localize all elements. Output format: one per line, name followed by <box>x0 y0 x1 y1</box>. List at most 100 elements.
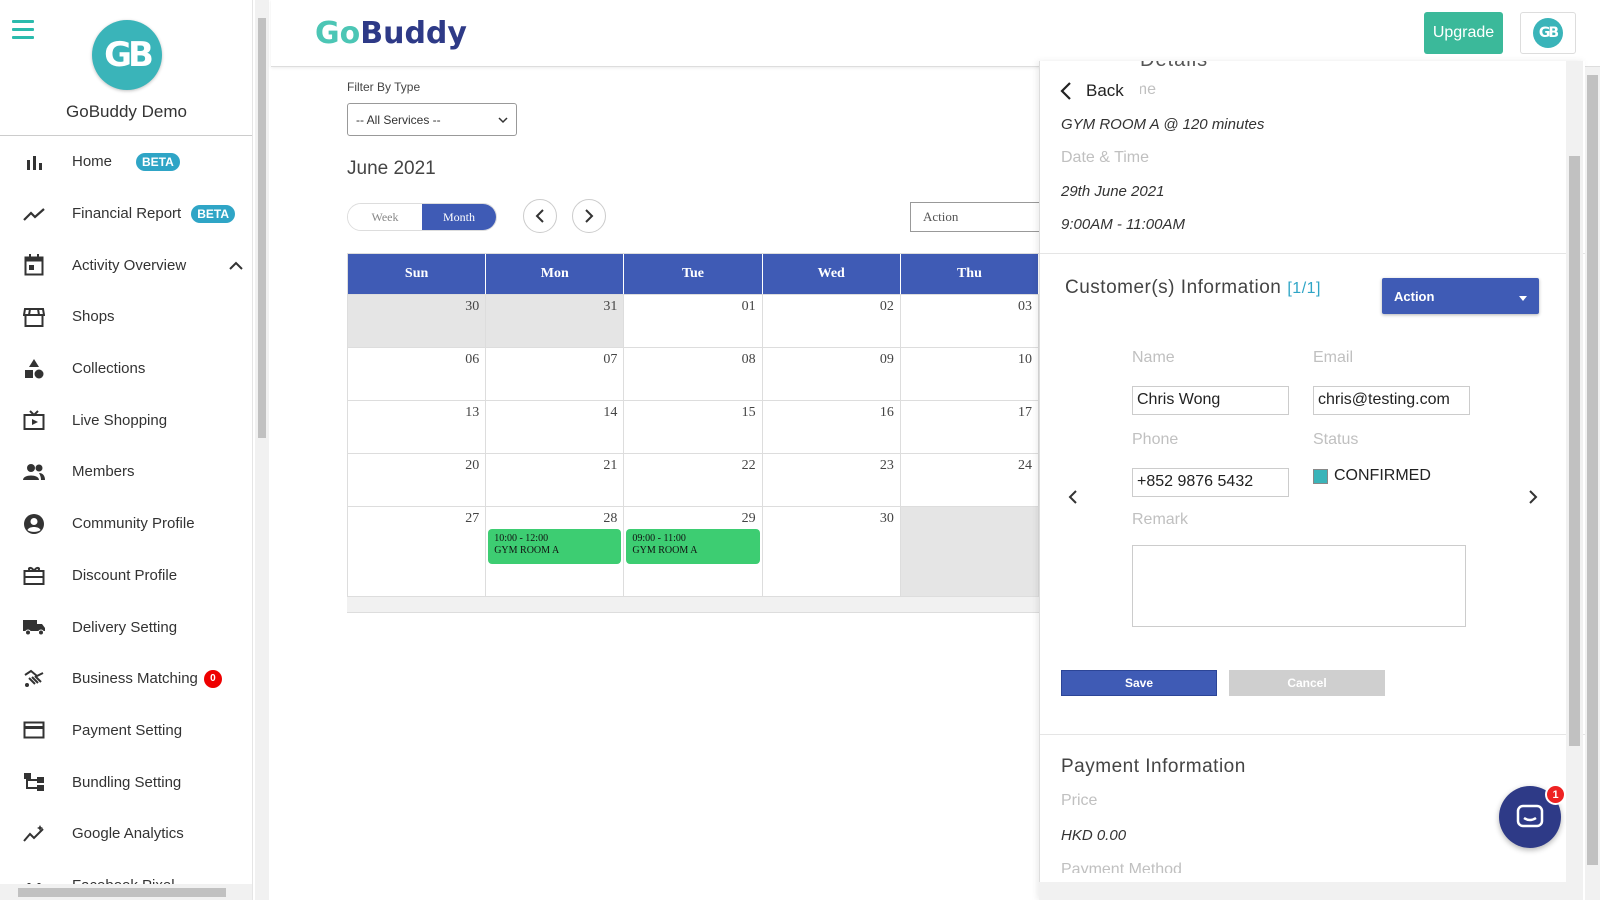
remark-textarea[interactable] <box>1132 545 1466 627</box>
chevron-left-icon <box>535 209 544 223</box>
save-button[interactable]: Save <box>1061 670 1217 696</box>
weekday-header: Thu <box>900 254 1039 294</box>
calendar-day-cell[interactable]: 02 <box>763 295 901 347</box>
notification-count-badge: 0 <box>203 669 222 688</box>
sidebar-item-live-shopping[interactable]: Live Shopping <box>0 394 252 446</box>
sidebar-item-members[interactable]: Members <box>0 446 252 498</box>
prev-customer-button[interactable] <box>1068 489 1078 510</box>
service-label: Service Name <box>1140 81 1156 98</box>
month-view-button[interactable]: Month <box>422 204 496 230</box>
sidebar-item-label: Collections <box>72 360 146 378</box>
customer-action-dropdown[interactable]: Action <box>1382 278 1539 314</box>
panel-vertical-scrollbar[interactable] <box>1566 61 1583 900</box>
sidebar-item-community-profile[interactable]: Community Profile <box>0 498 252 550</box>
price-value: HKD 0.00 <box>1061 827 1127 844</box>
calendar-day-cell[interactable] <box>900 507 1039 596</box>
day-number: 03 <box>1018 299 1033 314</box>
status-indicator[interactable]: CONFIRMED <box>1313 467 1431 485</box>
month-calendar: Sun Mon Tue Wed Thu 30 31 01 02 03 06 07… <box>347 253 1040 613</box>
sidebar-item-business-matching[interactable]: Business Matching 0 <box>0 653 252 705</box>
panel-horizontal-scrollbar[interactable] <box>1039 882 1566 900</box>
brand-buddy: Buddy <box>360 16 467 51</box>
calendar-day-cell[interactable]: 13 <box>348 401 487 453</box>
hamburger-menu-icon[interactable] <box>12 20 34 39</box>
top-header: GoBuddy Upgrade GB <box>271 0 1600 67</box>
calendar-event[interactable]: 10:00 - 12:00 GYM ROOM A <box>488 529 622 564</box>
page-vertical-scrollbar[interactable] <box>1585 67 1600 900</box>
calendar-day-cell[interactable]: 30 <box>348 295 487 347</box>
sidebar-item-home[interactable]: Home BETA <box>0 136 252 188</box>
calendar-icon <box>22 253 46 277</box>
account-menu-button[interactable]: GB <box>1520 12 1576 54</box>
live-tv-icon <box>22 408 46 432</box>
name-field[interactable]: Chris Wong <box>1132 386 1289 415</box>
back-button[interactable]: Back <box>1060 81 1124 101</box>
calendar-day-cell[interactable]: 20 <box>348 454 487 506</box>
sidebar-item-discount-profile[interactable]: Discount Profile <box>0 550 252 602</box>
day-number: 30 <box>465 299 480 314</box>
calendar-day-cell[interactable]: 17 <box>901 401 1039 453</box>
calendar-day-cell[interactable]: 24 <box>901 454 1039 506</box>
filter-type-select[interactable]: -- All Services -- <box>347 103 517 136</box>
sidebar-menu: Home BETA Financial Report BETA Activity… <box>0 136 252 900</box>
calendar-day-cell[interactable]: 10 <box>901 348 1039 400</box>
next-month-button[interactable] <box>572 199 606 233</box>
calendar-day-cell[interactable]: 03 <box>901 295 1039 347</box>
calendar-event[interactable]: 09:00 - 11:00 GYM ROOM A <box>626 529 760 564</box>
sidebar-item-financial-report[interactable]: Financial Report BETA <box>0 188 252 240</box>
day-number: 28 <box>603 511 618 526</box>
phone-field[interactable]: +852 9876 5432 <box>1132 468 1289 497</box>
calendar-day-cell[interactable]: 01 <box>624 295 763 347</box>
sidebar-item-google-analytics[interactable]: Google Analytics <box>0 808 252 860</box>
event-time: 09:00 - 11:00 <box>632 533 686 544</box>
back-label: Back <box>1086 81 1124 100</box>
sidebar-vertical-scrollbar[interactable] <box>255 0 269 900</box>
prev-month-button[interactable] <box>523 199 557 233</box>
calendar-horizontal-scrollbar[interactable] <box>347 596 1040 612</box>
calendar-day-cell[interactable]: 27 <box>348 507 487 596</box>
calendar-day-cell[interactable]: 09 <box>763 348 901 400</box>
calendar-action-input[interactable]: Action <box>910 202 1040 232</box>
cancel-button[interactable]: Cancel <box>1229 670 1385 696</box>
calendar-day-cell[interactable]: 31 <box>486 295 625 347</box>
sidebar-item-bundling-setting[interactable]: Bundling Setting <box>0 756 252 808</box>
calendar-day-cell[interactable]: 22 <box>624 454 763 506</box>
calendar-day-cell[interactable]: 21 <box>486 454 625 506</box>
chevron-down-icon <box>498 113 508 127</box>
chevron-right-icon <box>1529 490 1538 504</box>
calendar-day-cell[interactable]: 23 <box>763 454 901 506</box>
sidebar-item-activity-overview[interactable]: Activity Overview <box>0 239 252 291</box>
truck-icon <box>22 615 46 639</box>
calendar-day-cell[interactable]: 08 <box>624 348 763 400</box>
calendar-day-cell[interactable]: 30 <box>763 507 901 596</box>
upgrade-button[interactable]: Upgrade <box>1424 12 1503 54</box>
calendar-day-cell[interactable]: 14 <box>486 401 625 453</box>
customer-count: [1/1] <box>1287 280 1321 297</box>
brand-logo[interactable]: GoBuddy <box>315 16 467 51</box>
chevron-left-icon <box>1068 490 1077 504</box>
calendar-day-cell[interactable]: 07 <box>486 348 625 400</box>
week-view-button[interactable]: Week <box>348 204 422 230</box>
price-label: Price <box>1061 792 1098 809</box>
sidebar-item-collections[interactable]: Collections <box>0 343 252 395</box>
sidebar-item-label: Business Matching <box>72 670 198 688</box>
day-number: 24 <box>1018 458 1033 473</box>
calendar-day-cell[interactable]: 06 <box>348 348 487 400</box>
calendar-day-cell[interactable]: 29 09:00 - 11:00 GYM ROOM A <box>624 507 763 596</box>
sidebar-item-label: Discount Profile <box>72 566 178 584</box>
sidebar: GB GoBuddy Demo Home BETA Financial Repo… <box>0 0 253 900</box>
status-label: Status <box>1313 431 1359 448</box>
next-customer-button[interactable] <box>1528 489 1538 510</box>
calendar-day-cell[interactable]: 16 <box>763 401 901 453</box>
email-label: Email <box>1313 349 1354 366</box>
calendar-day-cell[interactable]: 28 10:00 - 12:00 GYM ROOM A <box>486 507 625 596</box>
chevron-up-icon[interactable] <box>229 257 243 275</box>
sidebar-horizontal-scrollbar[interactable] <box>0 884 252 900</box>
redeem-icon <box>22 563 46 587</box>
sidebar-item-delivery-setting[interactable]: Delivery Setting <box>0 601 252 653</box>
weekday-header: Wed <box>762 254 901 294</box>
email-field[interactable]: chris@testing.com <box>1313 386 1470 415</box>
sidebar-item-shops[interactable]: Shops <box>0 291 252 343</box>
sidebar-item-payment-setting[interactable]: Payment Setting <box>0 705 252 757</box>
calendar-day-cell[interactable]: 15 <box>624 401 763 453</box>
